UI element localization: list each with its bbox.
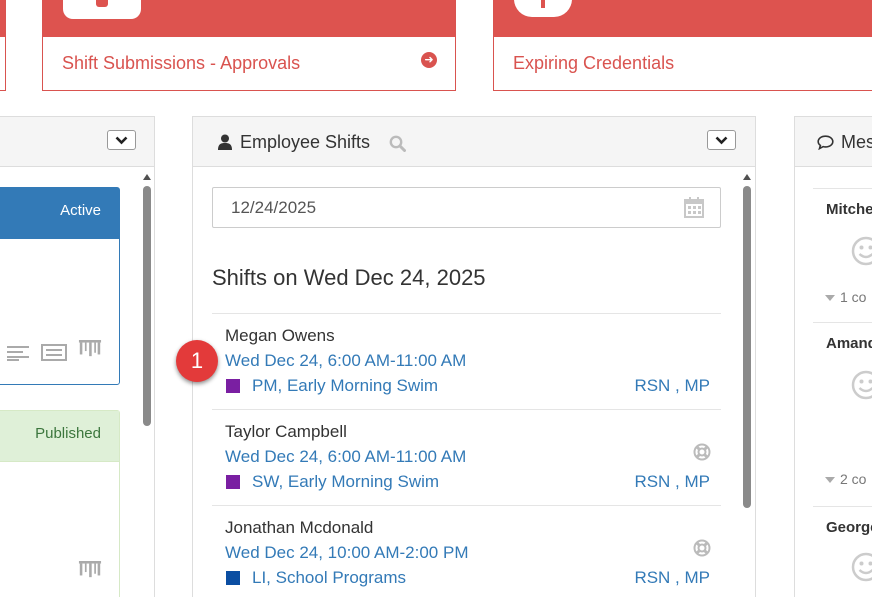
message-sender: George <box>826 519 872 536</box>
tile-label: Shift Submissions - Approvals <box>62 53 301 73</box>
search-icon[interactable] <box>389 135 406 152</box>
schedule-card-active[interactable]: Active <box>0 187 120 385</box>
smile-icon[interactable] <box>851 552 872 582</box>
panel-header: Employee Shifts <box>193 117 755 167</box>
comment-icon <box>817 135 834 150</box>
tile-header <box>494 0 872 37</box>
status-label: Active <box>60 202 101 219</box>
tile-footer[interactable]: Expiring Credentials <box>494 37 872 90</box>
comment-count: 2 co <box>840 471 867 487</box>
tile-header <box>0 0 5 37</box>
user-icon <box>218 134 232 150</box>
calendar-icon[interactable] <box>684 197 704 218</box>
comment-count-toggle[interactable]: 2 co <box>825 471 866 487</box>
schedule-card-published[interactable]: Published <box>0 410 120 597</box>
message-sender: Mitche <box>826 201 872 218</box>
position-color-swatch <box>226 475 240 489</box>
tile-footer[interactable]: Shift Submissions - Approvals <box>43 37 455 90</box>
panel-header: Mes <box>795 117 872 167</box>
shifts-panel-scrollbar[interactable] <box>742 172 752 592</box>
left-panel-scrollbar[interactable] <box>142 172 152 592</box>
date-value: 12/24/2025 <box>231 198 317 217</box>
employee-name: Megan Owens <box>225 326 335 345</box>
position-color-swatch <box>226 571 240 585</box>
caret-down-icon <box>825 295 835 302</box>
arrow-circle-right-icon[interactable]: ➜ <box>421 52 437 68</box>
list-alt-icon[interactable] <box>41 344 67 361</box>
scroll-thumb[interactable] <box>743 186 751 508</box>
tile-partial-left[interactable] <box>0 0 6 91</box>
card-status-header: Active <box>0 188 119 239</box>
collapse-button[interactable] <box>107 130 136 150</box>
tile-header <box>43 0 455 37</box>
tile-expiring-credentials[interactable]: Expiring Credentials <box>493 0 872 91</box>
barcode-icon[interactable] <box>77 340 103 357</box>
message-item[interactable]: Amand 2 co <box>813 322 872 506</box>
shift-time-link[interactable]: Wed Dec 24, 6:00 AM-11:00 AM <box>225 447 466 467</box>
caret-down-icon <box>825 477 835 484</box>
scroll-thumb[interactable] <box>143 186 151 426</box>
shifts-date-heading: Shifts on Wed Dec 24, 2025 <box>212 265 486 290</box>
panel-title: Employee Shifts <box>240 132 371 152</box>
message-item[interactable]: George <box>813 506 872 597</box>
smile-icon[interactable] <box>851 236 872 266</box>
message-item[interactable]: Mitche 1 co <box>813 188 872 322</box>
barcode-icon[interactable] <box>77 561 103 578</box>
shift-date-input[interactable]: 12/24/2025 <box>212 187 721 228</box>
shift-tags-link[interactable]: RSN , MP <box>634 472 710 492</box>
shield-icon <box>514 0 572 17</box>
shift-position-link[interactable]: PM, Early Morning Swim <box>252 376 438 396</box>
shift-position-link[interactable]: LI, School Programs <box>252 568 406 588</box>
employee-name: Jonathan Mcdonald <box>225 518 374 537</box>
tile-label: Expiring Credentials <box>513 53 675 73</box>
shift-row: Taylor Campbell Wed Dec 24, 6:00 AM-11:0… <box>212 409 721 505</box>
align-left-icon[interactable] <box>7 344 31 361</box>
comment-count: 1 co <box>840 289 867 305</box>
life-ring-icon[interactable] <box>693 539 711 557</box>
shift-position-link[interactable]: SW, Early Morning Swim <box>252 472 439 492</box>
comment-count-toggle[interactable]: 1 co <box>825 289 866 305</box>
life-ring-icon[interactable] <box>693 443 711 461</box>
scroll-up-arrow[interactable] <box>743 174 751 180</box>
status-label: Published <box>35 425 101 442</box>
card-status-header: Published <box>0 411 119 462</box>
chevron-down-icon <box>115 136 128 144</box>
clipboard-icon <box>63 0 141 19</box>
shift-tags-link[interactable]: RSN , MP <box>634 376 710 396</box>
smile-icon[interactable] <box>851 370 872 400</box>
step-number-badge: 1 <box>176 340 218 382</box>
panel-header <box>0 117 154 167</box>
shift-row: Megan Owens Wed Dec 24, 6:00 AM-11:00 AM… <box>212 313 721 409</box>
tile-shift-submissions-approvals[interactable]: Shift Submissions - Approvals ➜ <box>42 0 456 91</box>
position-color-swatch <box>226 379 240 393</box>
message-sender: Amand <box>826 335 872 352</box>
scroll-up-arrow[interactable] <box>143 174 151 180</box>
panel-title: Mes <box>841 132 872 152</box>
employee-name: Taylor Campbell <box>225 422 347 441</box>
chevron-down-icon <box>715 136 728 144</box>
shift-time-link[interactable]: Wed Dec 24, 10:00 AM-2:00 PM <box>225 543 468 563</box>
shift-time-link[interactable]: Wed Dec 24, 6:00 AM-11:00 AM <box>225 351 466 371</box>
shift-row: Jonathan Mcdonald Wed Dec 24, 10:00 AM-2… <box>212 505 721 597</box>
collapse-button[interactable] <box>707 130 736 150</box>
shift-tags-link[interactable]: RSN , MP <box>634 568 710 588</box>
